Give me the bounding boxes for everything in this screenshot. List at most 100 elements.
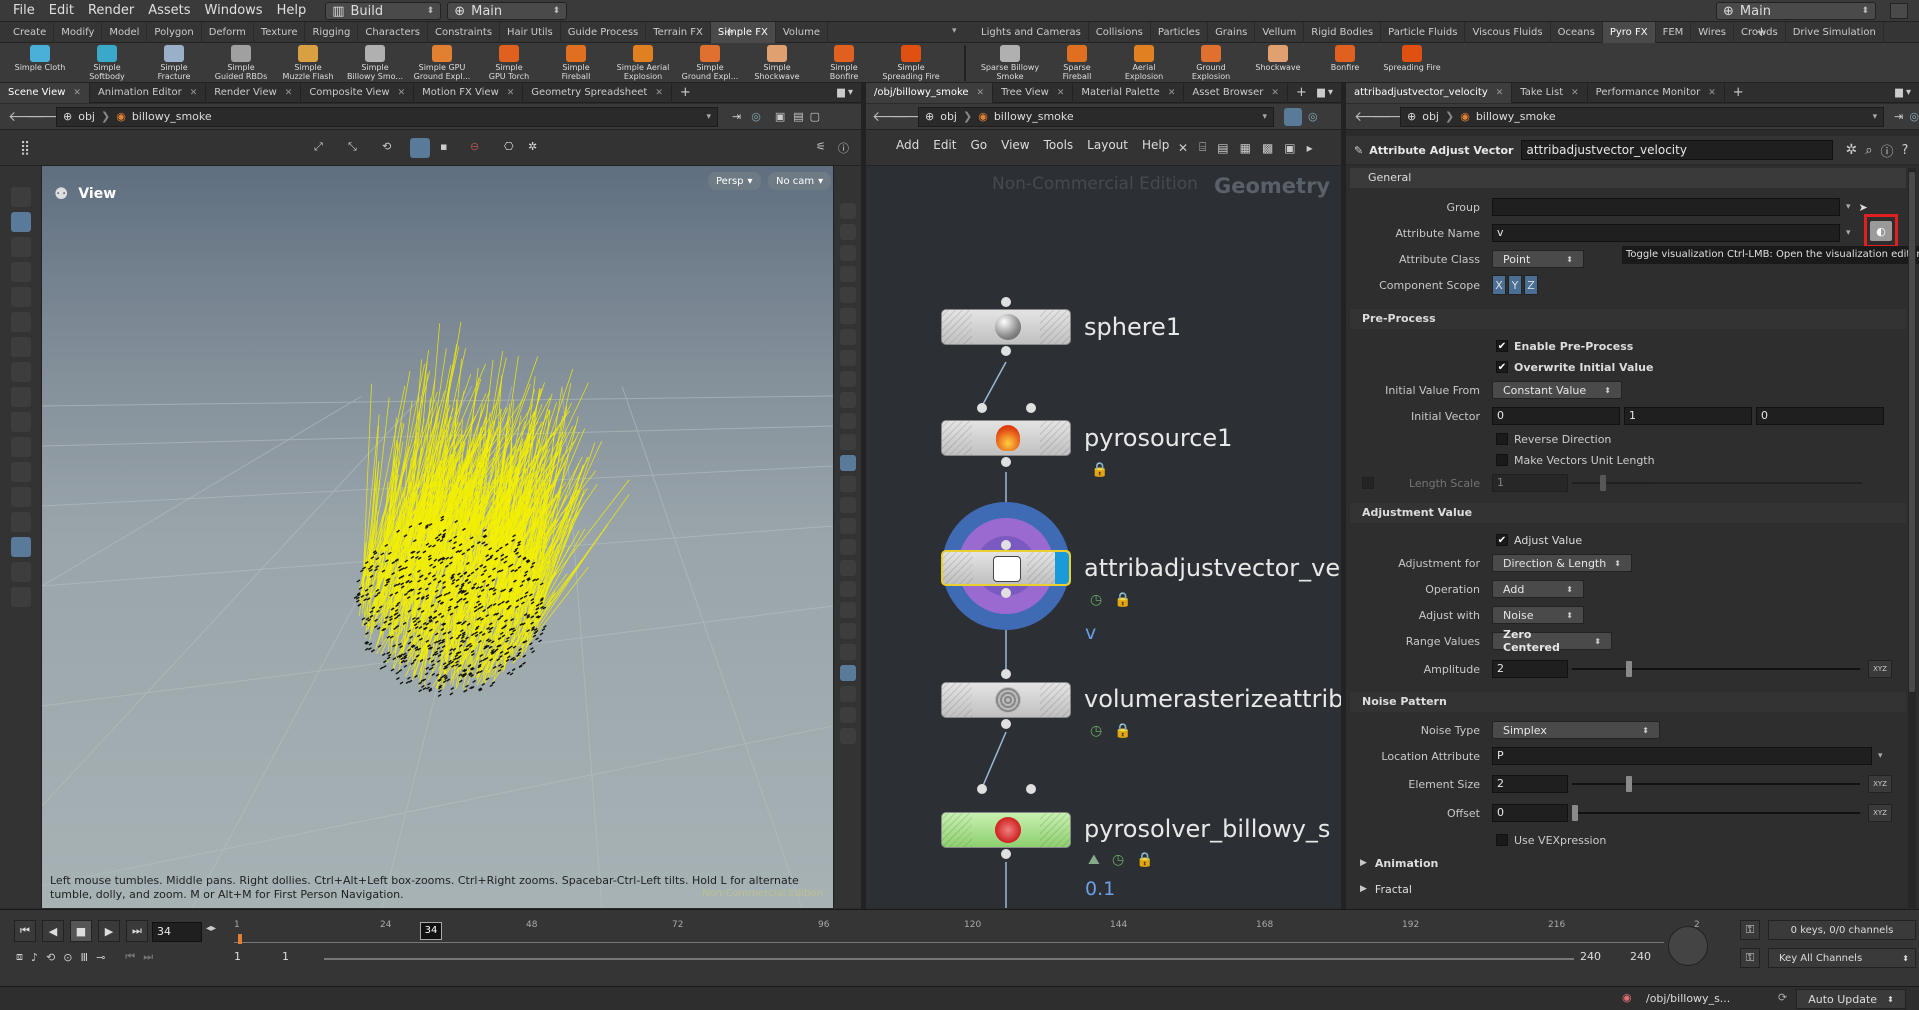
realtime-icon[interactable]: ⧈	[16, 950, 23, 964]
pane-tab[interactable]: Animation Editor ✕	[90, 82, 207, 103]
shelf-tool[interactable]: Simple Fracture	[142, 45, 206, 81]
display-icon[interactable]	[839, 707, 856, 723]
key-icon[interactable]: ⚿	[1740, 920, 1760, 940]
grid-icon[interactable]: ▦	[1240, 141, 1251, 155]
unit-length-checkbox[interactable]	[1496, 454, 1508, 466]
shelf-tool[interactable]: Simple Aerial Explosion	[611, 45, 675, 81]
shelf-tool[interactable]: Simple Muzzle Flash	[276, 45, 340, 81]
rotate-icon[interactable]	[10, 362, 31, 382]
network-editor[interactable]: Non-Commercial Edition Geometry sphere1 …	[866, 166, 1341, 908]
pan-icon[interactable]: ⤡	[348, 140, 357, 154]
node-volumerasterize[interactable]	[941, 682, 1071, 718]
lock-icon[interactable]	[10, 287, 31, 307]
list-icon[interactable]: ▤	[1217, 141, 1228, 155]
jump-start-icon[interactable]: ⏮	[14, 920, 36, 942]
visualization-toggle-icon[interactable]: ◐	[1870, 221, 1892, 241]
close-icon[interactable]: ✕	[190, 83, 198, 103]
help-icon[interactable]: ⓘ	[838, 140, 849, 156]
shelf-tool[interactable]: Simple Cloth	[8, 45, 72, 72]
link-icon[interactable]: ◎	[751, 110, 761, 123]
range-icon[interactable]: ⊸	[96, 951, 105, 964]
node-input[interactable]	[977, 403, 987, 413]
plant-icon[interactable]	[10, 412, 31, 432]
amplitude-field[interactable]: 2	[1492, 660, 1568, 678]
clock-icon[interactable]: ◷	[1090, 723, 1102, 739]
range-prev-icon[interactable]: ⏭	[143, 950, 153, 964]
display-icon[interactable]	[839, 623, 856, 639]
loop-icon[interactable]: ⟲	[46, 951, 55, 964]
jump-end-icon[interactable]: ⏭	[126, 920, 148, 942]
node-output[interactable]	[1001, 346, 1011, 356]
attribute-class-menu[interactable]: Point ⬍	[1492, 250, 1584, 268]
lock-icon[interactable]: 🔒	[1114, 723, 1131, 739]
display-icon[interactable]	[839, 203, 856, 219]
display-icon[interactable]	[839, 287, 856, 303]
pane-tab[interactable]: Motion FX View ✕	[414, 82, 524, 103]
network-selector[interactable]: ⊕ Main ⬍	[447, 2, 568, 20]
element-size-field[interactable]: 2	[1492, 775, 1568, 793]
display-options-icon[interactable]: ⚟	[816, 140, 826, 153]
auto-update-menu[interactable]: Auto Update ⬍	[1796, 989, 1906, 1009]
network-menu-item[interactable]: Layout	[1081, 138, 1134, 152]
pin-icon[interactable]: ⇥	[732, 110, 741, 123]
length-scale-field[interactable]: 1	[1492, 474, 1568, 492]
chevron-down-icon[interactable]: ▾	[1878, 751, 1883, 761]
add-tab-icon[interactable]: +	[724, 25, 735, 40]
node-output[interactable]	[1001, 849, 1011, 859]
magnet-icon[interactable]	[10, 487, 31, 507]
offset-slider[interactable]	[1572, 805, 1860, 821]
shading-icon[interactable]	[839, 329, 856, 345]
shelf-tab[interactable]: Lights and Cameras	[974, 22, 1089, 43]
initial-value-from-menu[interactable]: Constant Value ⬍	[1492, 381, 1622, 399]
network-menu-item[interactable]: Add	[890, 138, 925, 152]
shading-icon[interactable]	[839, 266, 856, 282]
close-icon[interactable]: ✕	[398, 83, 406, 103]
shelf-tab[interactable]: Guide Process	[561, 22, 647, 43]
amplitude-xyz-button[interactable]: XYZ	[1868, 660, 1892, 678]
sync-icon[interactable]: ⊙	[63, 951, 72, 964]
pane-tab[interactable]: /obj/billowy_smoke ✕	[866, 82, 994, 103]
noise-type-menu[interactable]: Simplex ⬍	[1492, 721, 1660, 739]
display-icon[interactable]	[839, 371, 856, 387]
add-tab-icon[interactable]: +	[1296, 85, 1307, 100]
menu-windows[interactable]: Windows	[198, 0, 270, 22]
attribute-name-field[interactable]: v	[1492, 224, 1840, 242]
shading-icon[interactable]	[839, 413, 856, 429]
pane-tab[interactable]: Asset Browser ✕	[1184, 82, 1288, 103]
element-size-xyz-button[interactable]: XYZ	[1868, 775, 1892, 793]
range-start2-field[interactable]: 1	[282, 950, 322, 963]
frame-marker[interactable]: 34	[420, 922, 442, 940]
shelf-tool[interactable]: Simple GPU Ground Expl...	[410, 45, 474, 81]
key-dial[interactable]	[1668, 926, 1708, 966]
pin-icon[interactable]	[1284, 107, 1302, 126]
tree-icon[interactable]: ⌸	[1199, 140, 1206, 155]
step-icon[interactable]: ◂▸	[206, 923, 216, 934]
section-noise-pattern[interactable]: Noise Pattern	[1350, 692, 1906, 712]
shelf-tool[interactable]: Ground Explosion	[1179, 45, 1243, 81]
node-input[interactable]	[1001, 669, 1011, 679]
pane-tab[interactable]: Render View ✕	[206, 82, 302, 103]
shelf-menu-icon[interactable]: ▾	[952, 26, 957, 36]
thumbnail-icon[interactable]: ▣	[1284, 141, 1295, 155]
close-icon[interactable]: ✕	[655, 83, 663, 103]
play-icon[interactable]: ▶	[98, 920, 120, 942]
shelf-tool[interactable]: Simple Billowy Smo...	[343, 45, 407, 81]
shelf-tab[interactable]: Vellum	[1255, 22, 1305, 43]
select-arrow-icon[interactable]: ➤	[1859, 201, 1868, 214]
node-input[interactable]	[1026, 784, 1036, 794]
shelf-tab[interactable]: Hair Utils	[500, 22, 561, 43]
back-arrow-icon[interactable]: 🡐	[872, 108, 910, 125]
reverse-direction-checkbox[interactable]	[1496, 433, 1508, 445]
folder-fractal[interactable]: ▶ Fractal	[1360, 879, 1660, 899]
shading-icon[interactable]	[839, 308, 856, 324]
move-icon[interactable]	[10, 337, 31, 357]
amplitude-slider[interactable]	[1572, 661, 1860, 677]
enable-preprocess-checkbox[interactable]: ✔	[1496, 340, 1508, 352]
shading-icon[interactable]	[839, 644, 856, 660]
clock-icon[interactable]: ◷	[1112, 852, 1124, 868]
adjust-value-checkbox[interactable]: ✔	[1496, 534, 1508, 546]
shelf-tab[interactable]: Grains	[1208, 22, 1256, 43]
node-input[interactable]	[1026, 403, 1036, 413]
section-adjustment-value[interactable]: Adjustment Value	[1350, 503, 1906, 523]
shelf-tab[interactable]: Volume	[776, 22, 829, 43]
